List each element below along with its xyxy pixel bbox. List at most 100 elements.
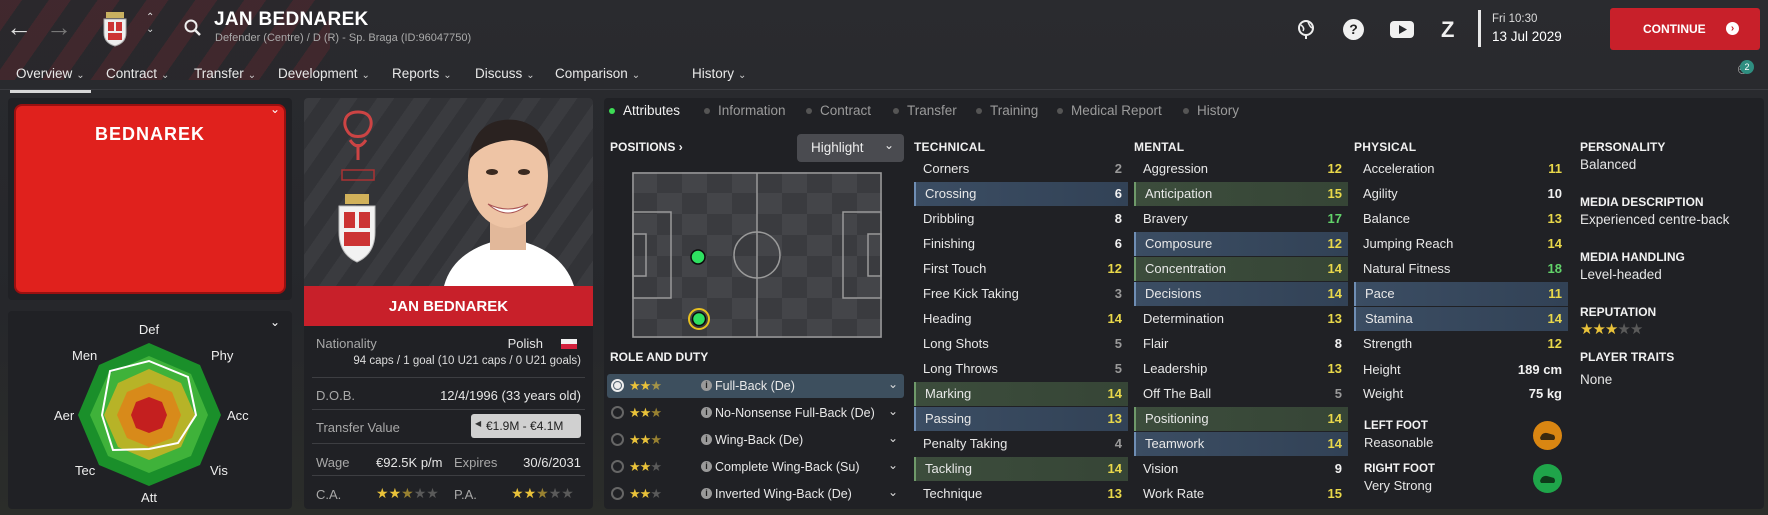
attribute-row-heading[interactable]: Heading 14: [914, 307, 1128, 331]
help-icon[interactable]: ?: [1343, 19, 1364, 40]
attribute-row-balance[interactable]: Balance 13: [1354, 207, 1568, 231]
position-marker-dc[interactable]: [690, 249, 706, 265]
attribute-label: Anticipation: [1145, 186, 1213, 201]
tab-medical-report[interactable]: Medical Report: [1057, 103, 1162, 118]
attribute-row-off-the-ball[interactable]: Off The Ball 5: [1134, 382, 1348, 406]
kit-panel-chevron-icon[interactable]: ⌄: [270, 102, 280, 116]
player-switch-chevrons-icon[interactable]: ⌃ ⌄: [146, 12, 154, 36]
attribute-row-long-shots[interactable]: Long Shots 5: [914, 332, 1128, 356]
nationality-value[interactable]: Polish: [508, 336, 543, 351]
attribute-row-decisions[interactable]: Decisions 14: [1134, 282, 1348, 306]
attribute-row-tackling[interactable]: Tackling 14: [914, 457, 1128, 481]
chevron-down-icon[interactable]: ⌄: [888, 404, 898, 418]
attribute-row-technique[interactable]: Technique 13: [914, 482, 1128, 506]
attribute-row-first-touch[interactable]: First Touch 12: [914, 257, 1128, 281]
pa-stars: ★★★★★: [511, 485, 574, 502]
chevron-down-icon[interactable]: ⌄: [888, 458, 898, 472]
info-icon[interactable]: i: [701, 461, 712, 472]
menu-history[interactable]: History ⌄: [692, 66, 746, 81]
chevron-down-icon[interactable]: ⌄: [888, 431, 898, 445]
back-arrow-icon[interactable]: ←: [6, 14, 32, 40]
attribute-row-dribbling[interactable]: Dribbling 8: [914, 207, 1128, 231]
role-duty-option[interactable]: ★★★ i Full-Back (De) ⌄: [607, 374, 904, 398]
attribute-label: Aggression: [1143, 161, 1209, 176]
attribute-row-jumping-reach[interactable]: Jumping Reach 14: [1354, 232, 1568, 256]
attribute-row-free-kick-taking[interactable]: Free Kick Taking 3: [914, 282, 1128, 306]
tab-history[interactable]: History: [1183, 103, 1239, 118]
search-icon[interactable]: [184, 19, 202, 37]
positions-title[interactable]: POSITIONS ›: [610, 140, 683, 154]
attribute-label: Heading: [923, 311, 972, 326]
attribute-row-agility[interactable]: Agility 10: [1354, 182, 1568, 206]
attribute-row-determination[interactable]: Determination 13: [1134, 307, 1348, 331]
info-icon[interactable]: i: [701, 380, 712, 391]
radio-icon[interactable]: [611, 379, 624, 392]
header-player-subtitle[interactable]: Defender (Centre) / D (R) - Sp. Braga (I…: [215, 32, 471, 44]
role-duty-option[interactable]: ★★★ i No-Nonsense Full-Back (De) ⌄: [607, 401, 904, 425]
attribute-row-composure[interactable]: Composure 12: [1134, 232, 1348, 256]
attribute-row-concentration[interactable]: Concentration 14: [1134, 257, 1348, 281]
tab-attributes[interactable]: Attributes: [609, 103, 680, 118]
attribute-row-crossing[interactable]: Crossing 6: [914, 182, 1128, 206]
attribute-row-natural-fitness[interactable]: Natural Fitness 18: [1354, 257, 1568, 281]
attribute-row-positioning[interactable]: Positioning 14: [1134, 407, 1348, 431]
attribute-row-teamwork[interactable]: Teamwork 14: [1134, 432, 1348, 456]
menu-development[interactable]: Development ⌄: [278, 66, 370, 81]
highlight-dropdown[interactable]: Highlight ⌄: [797, 134, 904, 162]
attribute-row-corners[interactable]: Corners 2: [914, 157, 1128, 181]
position-marker-dr[interactable]: [691, 311, 707, 327]
attribute-row-finishing[interactable]: Finishing 6: [914, 232, 1128, 256]
attribute-row-flair[interactable]: Flair 8: [1134, 332, 1348, 356]
continue-button[interactable]: CONTINUE ›: [1610, 8, 1760, 50]
attribute-row-stamina[interactable]: Stamina 14: [1354, 307, 1568, 331]
star-icon: ★: [650, 405, 662, 420]
world-globe-icon[interactable]: [1296, 19, 1316, 39]
attribute-row-passing[interactable]: Passing 13: [914, 407, 1128, 431]
role-duty-option[interactable]: ★★★ i Wing-Back (De) ⌄: [607, 428, 904, 452]
menu-overview[interactable]: Overview ⌄: [10, 66, 91, 93]
star-icon: ★: [1604, 321, 1618, 338]
attribute-label: Vision: [1143, 461, 1179, 476]
zone-z-icon[interactable]: Z: [1441, 17, 1454, 43]
menu-reports[interactable]: Reports ⌄: [392, 66, 452, 81]
attribute-row-vision[interactable]: Vision 9: [1134, 457, 1348, 481]
menu-comparison[interactable]: Comparison ⌄: [555, 66, 640, 81]
height-label: Height: [1363, 362, 1401, 377]
role-duty-option[interactable]: ★★★ i Complete Wing-Back (Su) ⌄: [607, 455, 904, 479]
tab-information[interactable]: Information: [704, 103, 786, 118]
tab-training[interactable]: Training: [976, 103, 1038, 118]
chevron-down-icon[interactable]: ⌄: [888, 485, 898, 499]
menu-transfer[interactable]: Transfer ⌄: [194, 66, 256, 81]
attribute-row-leadership[interactable]: Leadership 13: [1134, 357, 1348, 381]
attribute-row-long-throws[interactable]: Long Throws 5: [914, 357, 1128, 381]
info-icon[interactable]: i: [701, 488, 712, 499]
radio-icon[interactable]: [611, 433, 624, 446]
menu-discuss[interactable]: Discuss ⌄: [475, 66, 535, 81]
youtube-icon[interactable]: [1390, 21, 1414, 38]
club-crest-icon[interactable]: [100, 9, 130, 47]
tab-transfer[interactable]: Transfer: [893, 103, 957, 118]
attribute-row-bravery[interactable]: Bravery 17: [1134, 207, 1348, 231]
attribute-row-marking[interactable]: Marking 14: [914, 382, 1128, 406]
attribute-row-strength[interactable]: Strength 12: [1354, 332, 1568, 356]
transfer-value-pill[interactable]: ◀ €1.9M - €4.1M: [471, 414, 581, 438]
chevron-down-icon[interactable]: ⌄: [888, 377, 898, 391]
radio-icon[interactable]: [611, 487, 624, 500]
role-duty-option[interactable]: ★★★ i Inverted Wing-Back (De) ⌄: [607, 482, 904, 506]
forward-arrow-icon[interactable]: →: [46, 14, 72, 40]
info-icon[interactable]: i: [701, 407, 712, 418]
radar-label-def: Def: [139, 322, 160, 337]
attribute-row-penalty-taking[interactable]: Penalty Taking 4: [914, 432, 1128, 456]
radio-icon[interactable]: [611, 406, 624, 419]
current-day-time: Fri 10:30: [1492, 13, 1538, 25]
attribute-row-work-rate[interactable]: Work Rate 15: [1134, 482, 1348, 506]
tab-contract[interactable]: Contract: [806, 103, 871, 118]
menu-contract[interactable]: Contract ⌄: [106, 66, 169, 81]
attribute-label: Penalty Taking: [923, 436, 1008, 451]
attribute-row-anticipation[interactable]: Anticipation 15: [1134, 182, 1348, 206]
attribute-row-pace[interactable]: Pace 11: [1354, 282, 1568, 306]
attribute-row-aggression[interactable]: Aggression 12: [1134, 157, 1348, 181]
info-icon[interactable]: i: [701, 434, 712, 445]
radio-icon[interactable]: [611, 460, 624, 473]
attribute-row-acceleration[interactable]: Acceleration 11: [1354, 157, 1568, 181]
